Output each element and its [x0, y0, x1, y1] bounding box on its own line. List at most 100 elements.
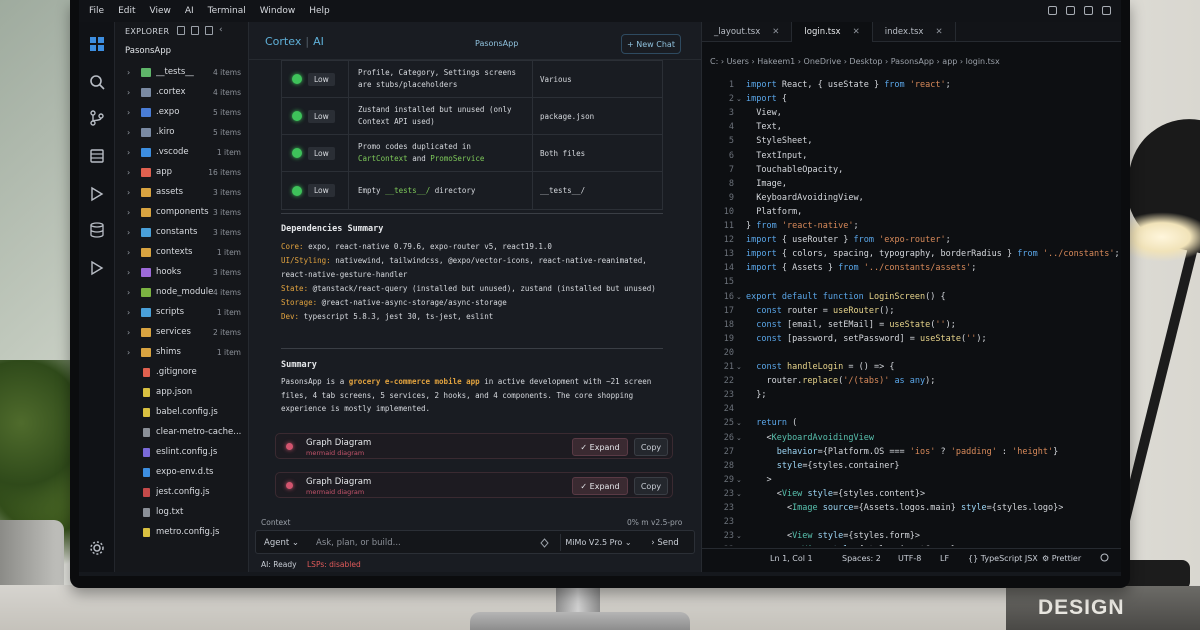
- tree-item-label: jest.config.js: [156, 487, 210, 497]
- menu-file[interactable]: File: [89, 6, 104, 16]
- tree-item-label: app.json: [156, 387, 193, 397]
- tree-item[interactable]: expo-env.d.ts: [115, 462, 249, 482]
- tab-index[interactable]: index.tsx ✕: [873, 22, 956, 42]
- indent-setting[interactable]: Spaces: 2: [842, 554, 881, 563]
- tree-item[interactable]: › constants 3 items: [115, 222, 249, 242]
- tree-item[interactable]: › contexts 1 item: [115, 242, 249, 262]
- fold-chevron-icon[interactable]: ⌄: [736, 490, 742, 498]
- expand-button[interactable]: ✓ Expand: [572, 477, 628, 495]
- new-file-icon[interactable]: [177, 26, 185, 35]
- tree-item[interactable]: › hooks 3 items: [115, 262, 249, 282]
- scene: DESIGN File Edit View AI Terminal Window…: [0, 0, 1200, 630]
- model-select[interactable]: MiMo V2.5 Pro ⌄: [560, 534, 636, 551]
- close-icon[interactable]: [1102, 6, 1111, 15]
- code-line: } from 'react-native';: [746, 221, 859, 231]
- menu-terminal[interactable]: Terminal: [208, 6, 246, 16]
- terminal-run-icon[interactable]: [89, 260, 105, 276]
- fold-chevron-icon[interactable]: ⌄: [736, 293, 742, 301]
- tree-item[interactable]: babel.config.js: [115, 402, 249, 422]
- fold-chevron-icon[interactable]: ⌄: [736, 363, 742, 371]
- storage-icon[interactable]: [89, 222, 105, 238]
- line-number: 6: [728, 150, 734, 161]
- chevron-right-icon: ›: [127, 287, 131, 297]
- language-mode[interactable]: {} TypeScript JSX: [968, 554, 1038, 563]
- settings-gear-icon[interactable]: [89, 540, 105, 556]
- fold-chevron-icon[interactable]: ⌄: [736, 532, 742, 540]
- tree-item[interactable]: › services 2 items: [115, 322, 249, 342]
- new-folder-icon[interactable]: [191, 26, 199, 35]
- fold-chevron-icon[interactable]: ⌄: [736, 95, 742, 103]
- fold-chevron-icon[interactable]: ⌄: [736, 476, 742, 484]
- new-chat-button[interactable]: + New Chat: [621, 34, 681, 54]
- menu-window[interactable]: Window: [260, 6, 296, 16]
- dep-dev: Dev: typescript 5.8.3, jest 30, ts-jest,…: [281, 312, 494, 321]
- notifications-icon[interactable]: [1100, 553, 1109, 562]
- tree-item[interactable]: › __tests__ 4 items: [115, 62, 249, 82]
- source-control-icon[interactable]: [89, 110, 105, 126]
- tree-item[interactable]: › node_modules 4 items: [115, 282, 249, 302]
- expand-button[interactable]: ✓ Expand: [572, 438, 628, 456]
- tab-login[interactable]: login.tsx ✕: [792, 22, 873, 42]
- tab-layout[interactable]: _layout.tsx ✕: [702, 22, 793, 42]
- refresh-icon[interactable]: [205, 26, 213, 35]
- menu-ai[interactable]: AI: [185, 6, 194, 16]
- line-number: 18: [723, 319, 734, 330]
- tree-item-count: 16 items: [208, 167, 241, 177]
- lsp-status[interactable]: LSPs: disabled: [307, 560, 361, 569]
- tree-item[interactable]: › .vscode 1 item: [115, 142, 249, 162]
- tree-item[interactable]: › components 3 items: [115, 202, 249, 222]
- tree-item[interactable]: › shims 1 item: [115, 342, 249, 362]
- mode-select[interactable]: Agent ⌄: [264, 538, 299, 548]
- run-debug-icon[interactable]: [89, 186, 105, 202]
- tree-item[interactable]: metro.config.js: [115, 522, 249, 542]
- fold-chevron-icon[interactable]: ⌄: [736, 419, 742, 427]
- severity-badge: Low: [308, 146, 335, 160]
- fold-chevron-icon[interactable]: ⌄: [736, 434, 742, 442]
- tree-item[interactable]: log.txt: [115, 502, 249, 522]
- tree-item[interactable]: .gitignore: [115, 362, 249, 382]
- line-number: 21: [723, 362, 734, 372]
- tree-item[interactable]: › scripts 1 item: [115, 302, 249, 322]
- tree-item[interactable]: eslint.config.js: [115, 442, 249, 462]
- tree-item-label: .gitignore: [156, 367, 197, 377]
- layout-icon[interactable]: [1048, 6, 1057, 15]
- breadcrumb[interactable]: C: › Users › Hakeem1 › OneDrive › Deskto…: [710, 57, 1000, 66]
- line-ending[interactable]: LF: [940, 554, 949, 563]
- copy-button[interactable]: Copy: [634, 438, 668, 456]
- send-button[interactable]: › Send: [642, 534, 688, 551]
- tree-item[interactable]: › .expo 5 items: [115, 102, 249, 122]
- collapse-icon[interactable]: ‹: [219, 26, 227, 35]
- tree-item[interactable]: clear-metro-cache...: [115, 422, 249, 442]
- attach-icon[interactable]: [540, 538, 549, 548]
- code-line: KeyboardAvoidingView,: [746, 192, 864, 203]
- code-line: import { colors, spacing, typography, bo…: [746, 249, 1120, 260]
- tree-item[interactable]: › assets 3 items: [115, 182, 249, 202]
- tree-item-count: 4 items: [212, 287, 241, 297]
- tree-item[interactable]: jest.config.js: [115, 482, 249, 502]
- formatter[interactable]: ⚙ Prettier: [1042, 554, 1081, 563]
- cursor-position[interactable]: Ln 1, Col 1: [770, 554, 813, 563]
- menu-view[interactable]: View: [150, 6, 171, 16]
- tree-item[interactable]: › .kiro 5 items: [115, 122, 249, 142]
- tree-item[interactable]: › app 16 items: [115, 162, 249, 182]
- database-icon[interactable]: [89, 148, 105, 164]
- menu-help[interactable]: Help: [309, 6, 330, 16]
- tree-item-count: 2 items: [212, 327, 241, 337]
- search-icon[interactable]: [89, 74, 105, 90]
- tree-item[interactable]: › .cortex 4 items: [115, 82, 249, 102]
- chevron-right-icon: ›: [127, 347, 131, 357]
- summary-title: Summary: [281, 360, 317, 370]
- copy-button[interactable]: Copy: [634, 477, 668, 495]
- minimize-icon[interactable]: [1066, 6, 1075, 15]
- tree-item[interactable]: app.json: [115, 382, 249, 402]
- card-title: Graph Diagram: [306, 438, 372, 448]
- explorer-icon[interactable]: [89, 36, 105, 52]
- menu-edit[interactable]: Edit: [118, 6, 135, 16]
- tree-item-count: 3 items: [212, 227, 241, 237]
- encoding[interactable]: UTF-8: [898, 554, 921, 563]
- line-number: 23: [723, 503, 734, 513]
- tree-item-label: hooks: [156, 267, 182, 277]
- chat-input[interactable]: [316, 535, 516, 551]
- code-area[interactable]: 1 import React, { useState } from 'react'…: [702, 76, 1121, 546]
- maximize-icon[interactable]: [1084, 6, 1093, 15]
